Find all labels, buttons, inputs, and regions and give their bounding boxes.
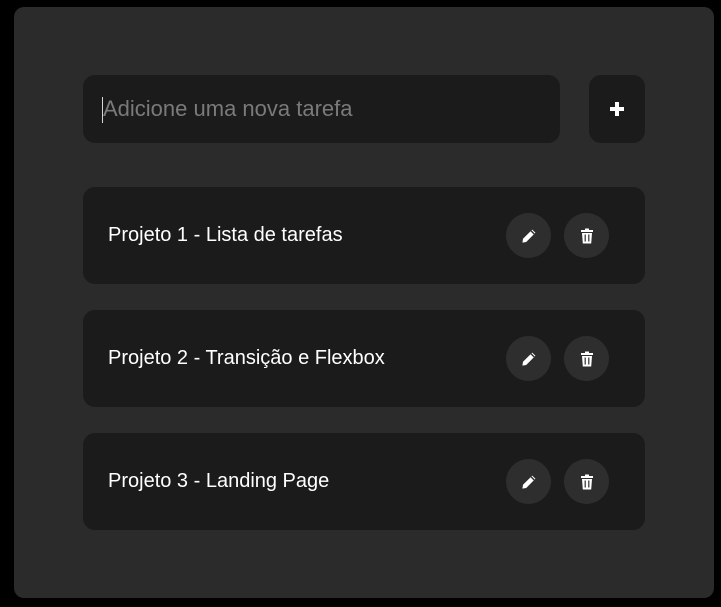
- trash-icon: [580, 351, 593, 366]
- new-task-input[interactable]: [83, 75, 560, 143]
- plus-icon: [610, 102, 624, 116]
- task-item: Projeto 2 - Transição e Flexbox: [83, 310, 645, 407]
- trash-icon: [580, 474, 593, 489]
- task-label: Projeto 1 - Lista de tarefas: [108, 224, 343, 246]
- new-task-row: [83, 75, 645, 143]
- task-item: Projeto 3 - Landing Page: [83, 433, 645, 530]
- trash-icon: [580, 228, 593, 243]
- delete-task-button[interactable]: [564, 459, 609, 504]
- delete-task-button[interactable]: [564, 213, 609, 258]
- edit-task-button[interactable]: [506, 213, 551, 258]
- todo-card: Projeto 1 - Lista de tarefas Projeto 2 -…: [14, 7, 714, 598]
- edit-task-button[interactable]: [506, 459, 551, 504]
- task-list: Projeto 1 - Lista de tarefas Projeto 2 -…: [83, 187, 645, 556]
- task-label: Projeto 2 - Transição e Flexbox: [108, 347, 385, 369]
- text-cursor: [102, 97, 103, 123]
- pencil-icon: [521, 229, 535, 243]
- pencil-icon: [521, 352, 535, 366]
- task-input-container: [83, 75, 560, 143]
- edit-task-button[interactable]: [506, 336, 551, 381]
- task-label: Projeto 3 - Landing Page: [108, 470, 330, 492]
- task-item: Projeto 1 - Lista de tarefas: [83, 187, 645, 284]
- pencil-icon: [521, 475, 535, 489]
- delete-task-button[interactable]: [564, 336, 609, 381]
- add-task-button[interactable]: [589, 75, 645, 143]
